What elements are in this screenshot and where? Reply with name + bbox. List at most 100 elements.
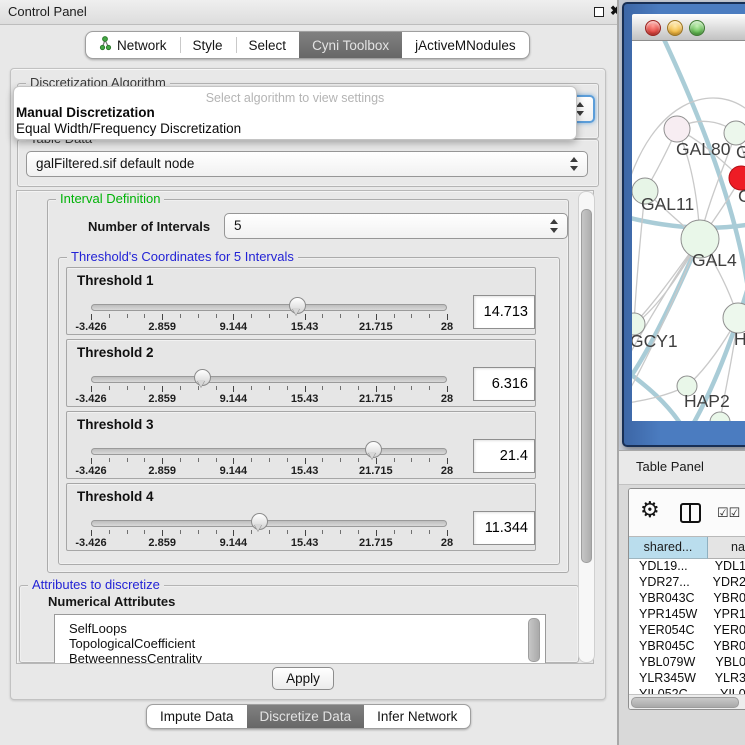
- panel-divider[interactable]: [617, 0, 619, 745]
- threshold-panel-1: Threshold 1-3.4262.8599.14415.4321.71528…: [66, 267, 536, 335]
- tick-mark: [340, 314, 341, 318]
- menu-item-manual-discretization[interactable]: Manual Discretization: [14, 105, 576, 121]
- table-horizontal-scrollbar[interactable]: [629, 694, 745, 709]
- threshold-panel-4: Threshold 4-3.4262.8599.14415.4321.71528…: [66, 483, 536, 551]
- select-columns-checkboxes-icon[interactable]: ☑☑: [717, 505, 740, 521]
- apply-button[interactable]: Apply: [272, 667, 334, 690]
- tick-mark: [376, 530, 377, 536]
- tick-mark: [91, 458, 92, 464]
- tab-cyni-toolbox[interactable]: Cyni Toolbox: [299, 32, 402, 58]
- scale-label: 15.43: [291, 465, 319, 477]
- tick-mark: [269, 458, 270, 462]
- tick-mark: [180, 530, 181, 534]
- scrollbar-thumb[interactable]: [631, 697, 739, 708]
- attributes-list-scrollbar[interactable]: [528, 618, 540, 662]
- threshold-panel-3: Threshold 3-3.4262.8599.14415.4321.71528…: [66, 411, 536, 479]
- network-node[interactable]: [710, 412, 730, 421]
- network-icon: [99, 36, 112, 54]
- tick-mark: [144, 386, 145, 390]
- table-row[interactable]: YBR045CYBR0: [629, 638, 745, 654]
- node-label: GCY1: [632, 331, 678, 351]
- tick-mark: [411, 530, 412, 534]
- scrollbar-thumb[interactable]: [581, 209, 592, 563]
- bottom-tab-impute-data[interactable]: Impute Data: [147, 705, 247, 728]
- tick-mark: [394, 458, 395, 462]
- node-label: GAL11: [641, 194, 694, 214]
- tick-mark: [216, 530, 217, 534]
- tick-mark: [162, 530, 163, 536]
- threshold-title: Threshold 4: [77, 489, 154, 504]
- threshold-value-field[interactable]: 14.713: [473, 295, 535, 329]
- float-window-icon[interactable]: [594, 7, 604, 17]
- tick-mark: [340, 386, 341, 390]
- scale-label: 21.715: [359, 537, 393, 549]
- attribute-list-item[interactable]: TopologicalCoefficient: [55, 636, 545, 651]
- table-row[interactable]: YBR043CYBR0: [629, 590, 745, 606]
- tab-style[interactable]: Style: [180, 32, 236, 58]
- threshold-title: Threshold 2: [77, 345, 154, 360]
- scale-label: 21.715: [359, 465, 393, 477]
- table-row[interactable]: YDR27...YDR2: [629, 574, 745, 590]
- slider-track[interactable]: [91, 520, 447, 527]
- settings-vertical-scrollbar[interactable]: [578, 191, 595, 663]
- columns-icon[interactable]: [680, 503, 701, 523]
- table-data-combobox[interactable]: galFiltered.sif default node: [26, 151, 588, 177]
- slider-track[interactable]: [91, 448, 447, 455]
- table-row[interactable]: YPR145WYPR1: [629, 606, 745, 622]
- threshold-value-field[interactable]: 11.344: [473, 511, 535, 545]
- bottom-tab-infer-network[interactable]: Infer Network: [364, 705, 470, 728]
- minimize-traffic-light[interactable]: [667, 20, 683, 36]
- bottom-tab-discretize-data[interactable]: Discretize Data: [247, 705, 365, 728]
- tick-mark: [322, 386, 323, 390]
- tick-mark: [198, 530, 199, 534]
- tick-mark: [251, 314, 252, 318]
- cell-name: YDR2: [700, 574, 745, 590]
- threshold-panel-2: Threshold 2-3.4262.8599.14415.4321.71528…: [66, 339, 536, 407]
- tick-mark: [376, 314, 377, 320]
- attribute-list-item[interactable]: BetweennessCentrality: [55, 651, 545, 664]
- slider-handle[interactable]: [194, 369, 211, 386]
- network-canvas[interactable]: GAL80GACGAL11GAL4GCY1HHAP2: [632, 41, 745, 421]
- network-window-titlebar[interactable]: [632, 14, 745, 41]
- tab-network[interactable]: Network: [86, 32, 180, 58]
- tick-mark: [91, 314, 92, 320]
- cell-name: YBR0: [700, 590, 745, 606]
- slider-track[interactable]: [91, 376, 447, 383]
- slider-handle[interactable]: [289, 297, 306, 314]
- tick-mark: [340, 458, 341, 462]
- tick-mark: [287, 530, 288, 534]
- tick-mark: [180, 314, 181, 318]
- threshold-value-field[interactable]: 6.316: [473, 367, 535, 401]
- control-panel-title: Control Panel: [8, 4, 87, 19]
- zoom-traffic-light[interactable]: [689, 20, 705, 36]
- tick-mark: [411, 386, 412, 390]
- node-label: H: [734, 329, 745, 349]
- tick-mark: [429, 458, 430, 462]
- table-row[interactable]: YLR345WYLR3: [629, 670, 745, 686]
- tick-mark: [269, 314, 270, 318]
- slider-track[interactable]: [91, 304, 447, 311]
- tab-select[interactable]: Select: [236, 32, 300, 58]
- attribute-list-item[interactable]: SelfLoops: [55, 615, 545, 636]
- table-row[interactable]: YER054CYER0: [629, 622, 745, 638]
- threshold-value-field[interactable]: 21.4: [473, 439, 535, 473]
- node-label: HAP2: [684, 391, 730, 411]
- slider-handle[interactable]: [365, 441, 382, 458]
- table-row[interactable]: YBL079WYBL0: [629, 654, 745, 670]
- table-row[interactable]: YDL19...YDL1: [629, 558, 745, 574]
- column-header-shared[interactable]: shared...: [629, 537, 708, 559]
- slider-handle[interactable]: [251, 513, 268, 530]
- close-traffic-light[interactable]: [645, 20, 661, 36]
- bottom-tab-label: Infer Network: [377, 709, 457, 724]
- cell-shared-name: YBR043C: [629, 590, 700, 606]
- tab-jactivemnodules[interactable]: jActiveMNodules: [402, 32, 529, 58]
- scale-label: 9.144: [220, 321, 248, 333]
- threshold-title: Threshold 1: [77, 273, 154, 288]
- tick-mark: [109, 314, 110, 318]
- attributes-group: Attributes to discretize Numerical Attri…: [19, 585, 579, 663]
- gear-icon[interactable]: ⚙: [640, 497, 660, 523]
- tick-mark: [394, 314, 395, 318]
- tick-mark: [269, 386, 270, 390]
- column-header-name[interactable]: na: [708, 537, 745, 559]
- menu-item-equal-width-discretization[interactable]: Equal Width/Frequency Discretization: [14, 121, 576, 137]
